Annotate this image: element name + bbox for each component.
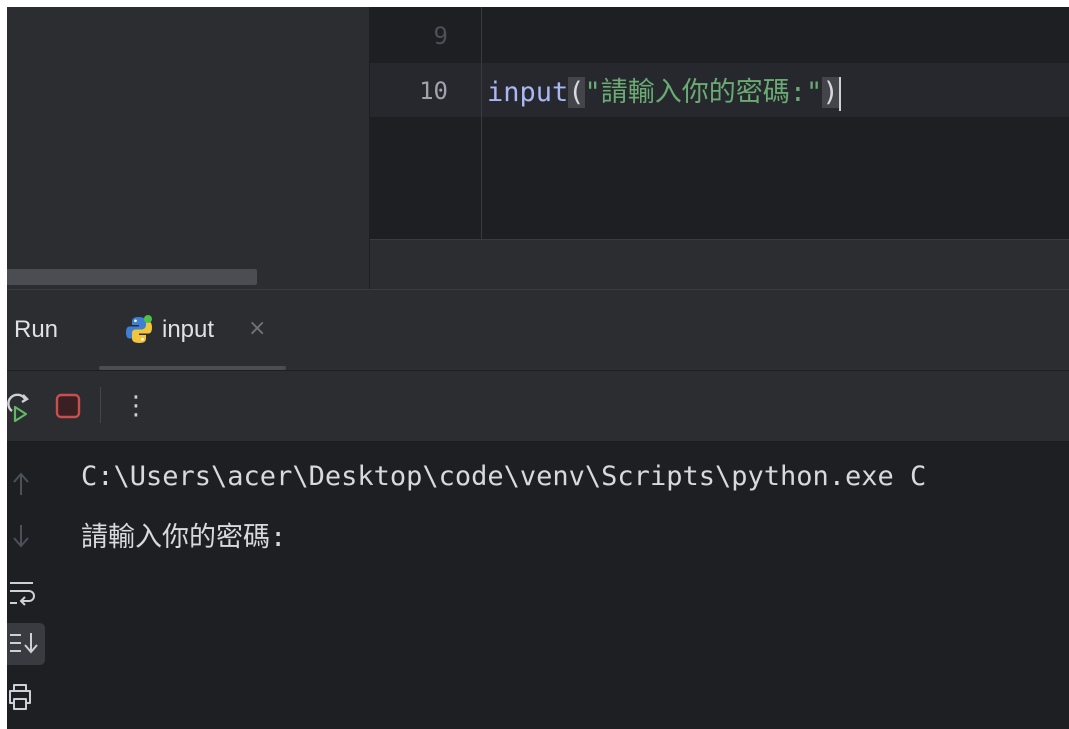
editor-breadcrumb-bar bbox=[370, 240, 1069, 289]
line-number-9: 9 bbox=[433, 22, 448, 50]
soft-wrap-icon[interactable] bbox=[7, 571, 45, 613]
close-paren-token: ) bbox=[822, 77, 839, 108]
stop-icon[interactable] bbox=[55, 393, 81, 419]
python-icon bbox=[126, 315, 152, 343]
up-arrow-icon[interactable] bbox=[7, 461, 45, 503]
console-output[interactable]: C:\Users\acer\Desktop\code\venv\Scripts\… bbox=[51, 441, 1069, 729]
gutter-divider bbox=[481, 7, 482, 239]
tab-label: input bbox=[162, 316, 215, 343]
tab-input[interactable]: input × bbox=[99, 290, 286, 370]
print-icon[interactable] bbox=[7, 677, 45, 719]
function-token: input bbox=[487, 77, 569, 108]
console-line: 請輸入你的密碼: bbox=[81, 522, 287, 553]
console-line: C:\Users\acer\Desktop\code\venv\Scripts\… bbox=[81, 461, 927, 492]
open-paren-token: ( bbox=[568, 77, 585, 108]
scroll-to-end-button[interactable] bbox=[7, 623, 45, 665]
ide-window: 9 10 input("請輸入你的密碼:") Run input × ⋮ C:\… bbox=[7, 7, 1069, 729]
close-icon[interactable]: × bbox=[248, 318, 266, 340]
toolbar-separator bbox=[100, 387, 101, 423]
more-options-icon[interactable]: ⋮ bbox=[123, 389, 149, 423]
scroll-to-end-icon bbox=[10, 633, 38, 654]
string-token: "請輸入你的密碼:" bbox=[584, 77, 823, 108]
horizontal-scrollbar[interactable] bbox=[7, 269, 257, 285]
run-toolbar: ⋮ bbox=[7, 371, 1069, 441]
rerun-icon[interactable] bbox=[7, 393, 33, 423]
run-tool-window-header: Run input × bbox=[7, 290, 1069, 370]
project-panel bbox=[7, 7, 369, 289]
run-title: Run bbox=[14, 316, 59, 343]
text-caret bbox=[838, 76, 841, 111]
line-number-10: 10 bbox=[419, 77, 448, 105]
code-editor[interactable]: 9 10 input("請輸入你的密碼:") bbox=[370, 7, 1069, 289]
console-sidebar bbox=[7, 441, 51, 729]
code-line-10[interactable]: input("請輸入你的密碼:") bbox=[487, 73, 841, 113]
down-arrow-icon[interactable] bbox=[7, 517, 45, 559]
